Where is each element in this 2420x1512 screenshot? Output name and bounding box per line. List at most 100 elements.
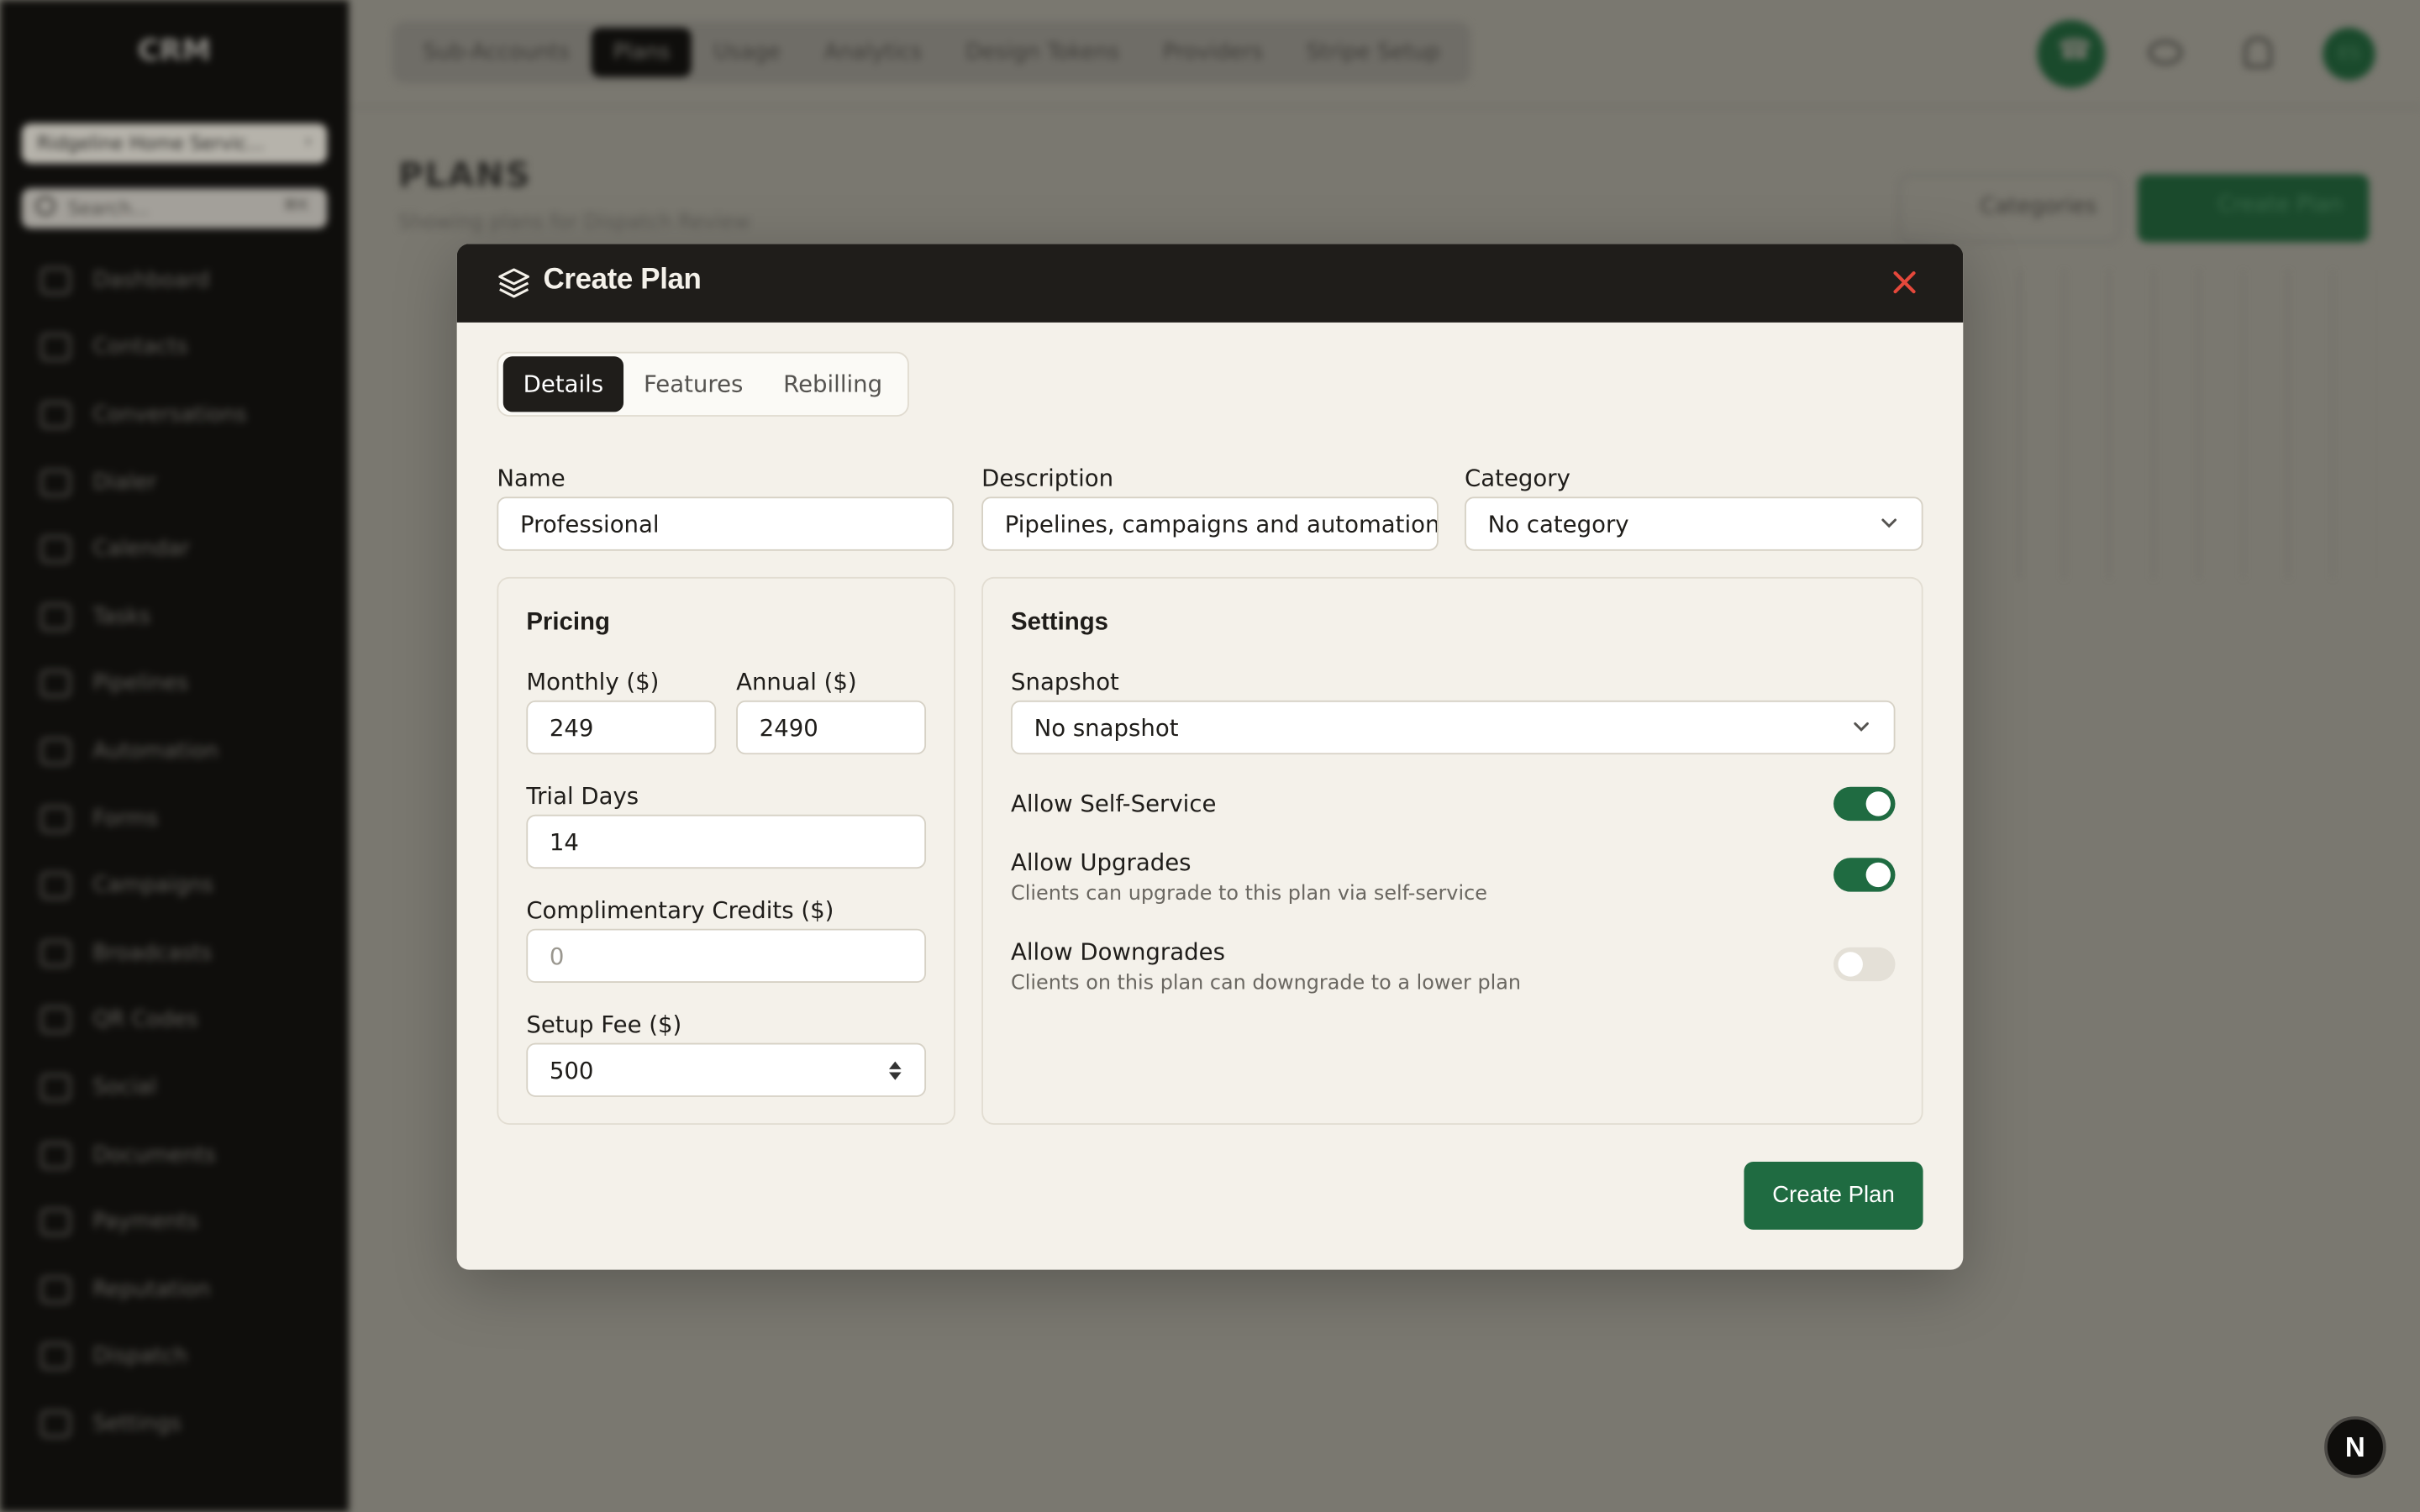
tab-usage[interactable]: Usage: [692, 28, 802, 77]
sidebar-item-label: Tasks: [92, 604, 151, 629]
tab-providers[interactable]: Providers: [1141, 28, 1285, 77]
avatar[interactable]: ES: [2323, 28, 2375, 81]
next-badge-button[interactable]: N: [2324, 1416, 2386, 1478]
sidebar-item-documents[interactable]: Documents: [0, 1121, 349, 1189]
campaigns-icon: [39, 872, 71, 900]
account-name: Ridgeline Home Servic...: [37, 132, 265, 155]
sidebar: CRM Ridgeline Home Servic... › Search...…: [0, 0, 350, 1512]
monthly-input[interactable]: 249: [526, 700, 717, 755]
category-label: Category: [1465, 464, 1570, 492]
create-plan-page-button[interactable]: Create Plan: [2137, 174, 2370, 243]
sidebar-item-conversations[interactable]: Conversations: [0, 381, 349, 449]
sidebar-item-dispatch[interactable]: Dispatch: [0, 1323, 349, 1390]
create-plan-page-button-label: Create Plan: [2217, 192, 2343, 218]
tab-plans[interactable]: Plans: [591, 28, 692, 77]
modal-tabs: Details Features Rebilling: [497, 351, 909, 417]
sidebar-item-qr-codes[interactable]: QR Codes: [0, 987, 349, 1054]
payments-icon: [39, 1208, 71, 1236]
bell-icon[interactable]: [2244, 37, 2272, 68]
sidebar-item-dialer[interactable]: Dialer: [0, 449, 349, 516]
page-title: PLANS: [397, 157, 532, 197]
sidebar-item-calendar[interactable]: Calendar: [0, 516, 349, 583]
documents-icon: [39, 1141, 71, 1169]
sidebar-item-label: Campaigns: [92, 873, 214, 899]
create-plan-submit-button[interactable]: Create Plan: [1744, 1162, 1923, 1230]
upgrades-toggle[interactable]: [1833, 858, 1896, 892]
sidebar-item-label: Reputation: [92, 1277, 211, 1302]
description-input[interactable]: Pipelines, campaigns and automation fo: [981, 496, 1439, 551]
qr-codes-icon: [39, 1006, 71, 1035]
brand-logo: CRM: [137, 34, 212, 68]
reputation-icon: [39, 1275, 71, 1304]
sidebar-item-contacts[interactable]: Contacts: [0, 314, 349, 381]
self-service-toggle[interactable]: [1833, 786, 1896, 822]
sidebar-item-pipelines[interactable]: Pipelines: [0, 650, 349, 717]
search-shortcut: ⌘K: [282, 197, 309, 215]
sidebar-item-label: Forms: [92, 806, 159, 832]
sidebar-item-label: Dialer: [92, 470, 157, 495]
sidebar-item-label: Payments: [92, 1210, 199, 1235]
sidebar-nav: Dashboard Contacts Conversations Dialer Cale…: [0, 247, 349, 1457]
trial-days-input[interactable]: 14: [526, 814, 927, 869]
phone-button[interactable]: [2037, 19, 2106, 88]
dashboard-icon: [39, 266, 71, 295]
tab-details[interactable]: Details: [502, 356, 624, 412]
name-input[interactable]: Professional: [497, 496, 955, 551]
chevron-right-icon: ›: [304, 131, 313, 151]
sidebar-item-reputation[interactable]: Reputation: [0, 1256, 349, 1323]
self-service-label: Allow Self-Service: [1011, 790, 1217, 818]
number-stepper-icon[interactable]: [887, 1058, 902, 1083]
snapshot-value: No snapshot: [1034, 714, 1179, 743]
sidebar-search[interactable]: Search... ⌘K: [21, 188, 328, 228]
modal-header: Create Plan: [456, 244, 1964, 323]
sidebar-item-social[interactable]: Social: [0, 1054, 349, 1121]
top-bar: Sub-Accounts Plans Usage Analytics Design To…: [349, 0, 2420, 108]
tab-rebilling[interactable]: Rebilling: [763, 356, 902, 412]
tab-sub-accounts[interactable]: Sub-Accounts: [402, 28, 592, 77]
sidebar-item-label: QR Codes: [92, 1007, 198, 1033]
category-value: No category: [1487, 510, 1629, 539]
tab-design-tokens[interactable]: Design Tokens: [944, 28, 1141, 77]
sidebar-item-dashboard[interactable]: Dashboard: [0, 247, 349, 314]
tab-features[interactable]: Features: [623, 356, 763, 412]
modal-title: Create Plan: [543, 264, 702, 297]
snapshot-label: Snapshot: [1011, 668, 1119, 696]
categories-button[interactable]: Categories: [1898, 174, 2121, 243]
contacts-icon: [39, 333, 71, 362]
dialer-icon: [39, 468, 71, 496]
tab-stripe-setup[interactable]: Stripe Setup: [1285, 28, 1462, 77]
downgrades-toggle[interactable]: [1833, 947, 1896, 982]
sidebar-item-label: Automation: [92, 738, 218, 764]
annual-input[interactable]: 2490: [736, 700, 927, 755]
setup-fee-value: 500: [549, 1057, 594, 1085]
sidebar-item-campaigns[interactable]: Campaigns: [0, 853, 349, 920]
sidebar-item-forms[interactable]: Forms: [0, 785, 349, 852]
snapshot-select[interactable]: No snapshot: [1011, 700, 1896, 755]
layers-icon: [498, 268, 529, 298]
automation-icon: [39, 737, 71, 765]
setup-fee-input[interactable]: 500: [526, 1042, 927, 1097]
tab-analytics[interactable]: Analytics: [802, 28, 944, 77]
annual-label: Annual ($): [736, 668, 857, 696]
sidebar-item-settings[interactable]: Settings: [0, 1390, 349, 1457]
sidebar-item-automation[interactable]: Automation: [0, 717, 349, 785]
sidebar-item-tasks[interactable]: Tasks: [0, 583, 349, 650]
category-select[interactable]: No category: [1465, 496, 1923, 551]
sidebar-item-label: Calendar: [92, 537, 190, 562]
eye-icon[interactable]: [2148, 39, 2183, 66]
sidebar-item-label: Social: [92, 1075, 157, 1100]
account-selector[interactable]: Ridgeline Home Servic... ›: [21, 123, 328, 164]
plans-table-placeholder: [1975, 270, 2377, 579]
tasks-icon: [39, 602, 71, 631]
create-plan-modal: Create Plan Details Features Rebilling N…: [456, 244, 1964, 1270]
chevron-down-icon: [1854, 722, 1869, 732]
pipelines-icon: [39, 669, 71, 698]
toggle-knob: [1865, 791, 1891, 816]
sidebar-item-broadcasts[interactable]: Broadcasts: [0, 920, 349, 987]
setup-fee-label: Setup Fee ($): [526, 1011, 682, 1039]
close-icon[interactable]: [1886, 264, 1923, 301]
sidebar-item-label: Dashboard: [92, 268, 210, 293]
chevron-down-icon: [1881, 518, 1897, 528]
sidebar-item-payments[interactable]: Payments: [0, 1189, 349, 1256]
credits-input[interactable]: 0: [526, 928, 927, 983]
